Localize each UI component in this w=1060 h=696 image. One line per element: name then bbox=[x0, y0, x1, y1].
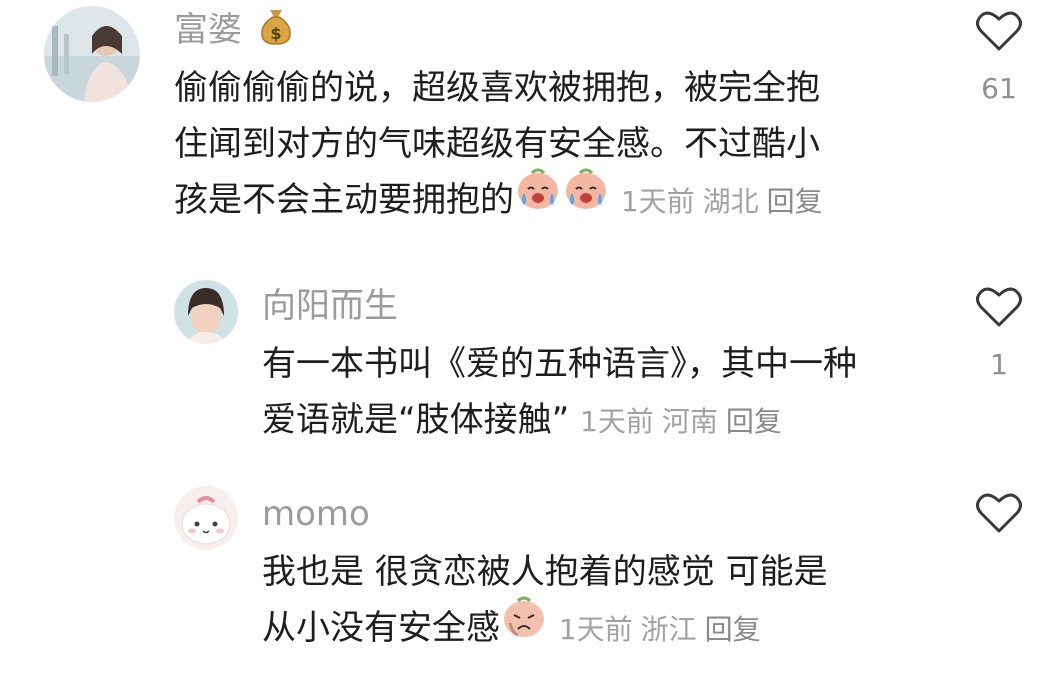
svg-text:$: $ bbox=[270, 24, 281, 43]
like-button[interactable] bbox=[976, 10, 1022, 56]
location: 湖北 bbox=[702, 185, 759, 218]
crying-face-emoji bbox=[562, 165, 610, 230]
avatar[interactable] bbox=[174, 486, 238, 550]
username-text[interactable]: 富婆 bbox=[174, 10, 242, 50]
comment-last-line: 爱语就是“肢体接触” 1天前 河南 回复 bbox=[262, 392, 942, 450]
comment-line: 孩是不会主动要拥抱的 bbox=[174, 180, 514, 220]
heart-icon[interactable] bbox=[976, 10, 1022, 52]
money-bag-icon: $ bbox=[259, 8, 293, 55]
comment-line: 我也是 很贪恋被人抱着的感觉 可能是 bbox=[262, 552, 828, 592]
comment-line: 有一本书叫《爱的五种语言》，其中一种 bbox=[262, 344, 857, 384]
reply-button[interactable]: 回复 bbox=[767, 185, 823, 218]
comment-last-line: 孩是不会主动要拥抱的 1天前 湖北 回复 bbox=[174, 168, 934, 230]
sad-face-emoji bbox=[500, 593, 548, 658]
reply-button[interactable]: 回复 bbox=[705, 613, 761, 646]
location: 河南 bbox=[661, 405, 718, 438]
username[interactable]: 富婆 $ bbox=[174, 8, 293, 55]
username[interactable]: 向阳而生 bbox=[262, 286, 398, 326]
crying-face-emoji bbox=[514, 165, 562, 230]
like-count: 61 bbox=[981, 72, 1017, 105]
comment-text: 偷偷偷偷的说，超级喜欢被拥抱，被完全抱 住闻到对方的气味超级有安全感。不过酷小 … bbox=[174, 60, 934, 230]
comment-1: 富婆 $ 偷偷偷偷的说，超级喜欢被拥抱，被完全抱 住闻到对方的气味超级有安全感。… bbox=[0, 0, 1060, 250]
like-button[interactable] bbox=[976, 286, 1022, 332]
comment-text: 我也是 很贪恋被人抱着的感觉 可能是 从小没有安全感 1天前 浙江 回复 bbox=[262, 544, 942, 658]
comment-meta: 1天前 湖北 回复 bbox=[621, 185, 831, 218]
timestamp: 1天前 bbox=[580, 405, 654, 438]
timestamp: 1天前 bbox=[558, 613, 633, 646]
heart-icon[interactable] bbox=[976, 286, 1022, 328]
comment-3: momo 我也是 很贪恋被人抱着的感觉 可能是 从小没有安全感 1天前 浙江 回复 bbox=[0, 478, 1060, 678]
avatar[interactable] bbox=[44, 6, 140, 102]
username[interactable]: momo bbox=[262, 494, 370, 534]
comment-line: 偷偷偷偷的说，超级喜欢被拥抱，被完全抱 bbox=[174, 68, 820, 108]
comment-last-line: 从小没有安全感 1天前 浙江 回复 bbox=[262, 596, 942, 658]
comment-meta: 1天前 浙江 回复 bbox=[559, 613, 769, 646]
reply-button[interactable]: 回复 bbox=[726, 405, 782, 438]
comment-2: 向阳而生 有一本书叫《爱的五种语言》，其中一种 爱语就是“肢体接触” 1天前 河南… bbox=[0, 270, 1060, 460]
like-count: 1 bbox=[990, 348, 1008, 381]
comment-text: 有一本书叫《爱的五种语言》，其中一种 爱语就是“肢体接触” 1天前 河南 回复 bbox=[262, 336, 942, 450]
timestamp: 1天前 bbox=[620, 185, 695, 218]
like-button[interactable] bbox=[976, 492, 1022, 538]
comment-line: 住闻到对方的气味超级有安全感。不过酷小 bbox=[174, 124, 820, 164]
comment-meta: 1天前 河南 回复 bbox=[580, 405, 790, 438]
location: 浙江 bbox=[640, 613, 697, 646]
avatar[interactable] bbox=[174, 280, 238, 344]
comment-line: 从小没有安全感 bbox=[262, 608, 500, 648]
comment-line: 爱语就是“肢体接触” bbox=[262, 400, 570, 440]
heart-icon[interactable] bbox=[976, 492, 1022, 534]
